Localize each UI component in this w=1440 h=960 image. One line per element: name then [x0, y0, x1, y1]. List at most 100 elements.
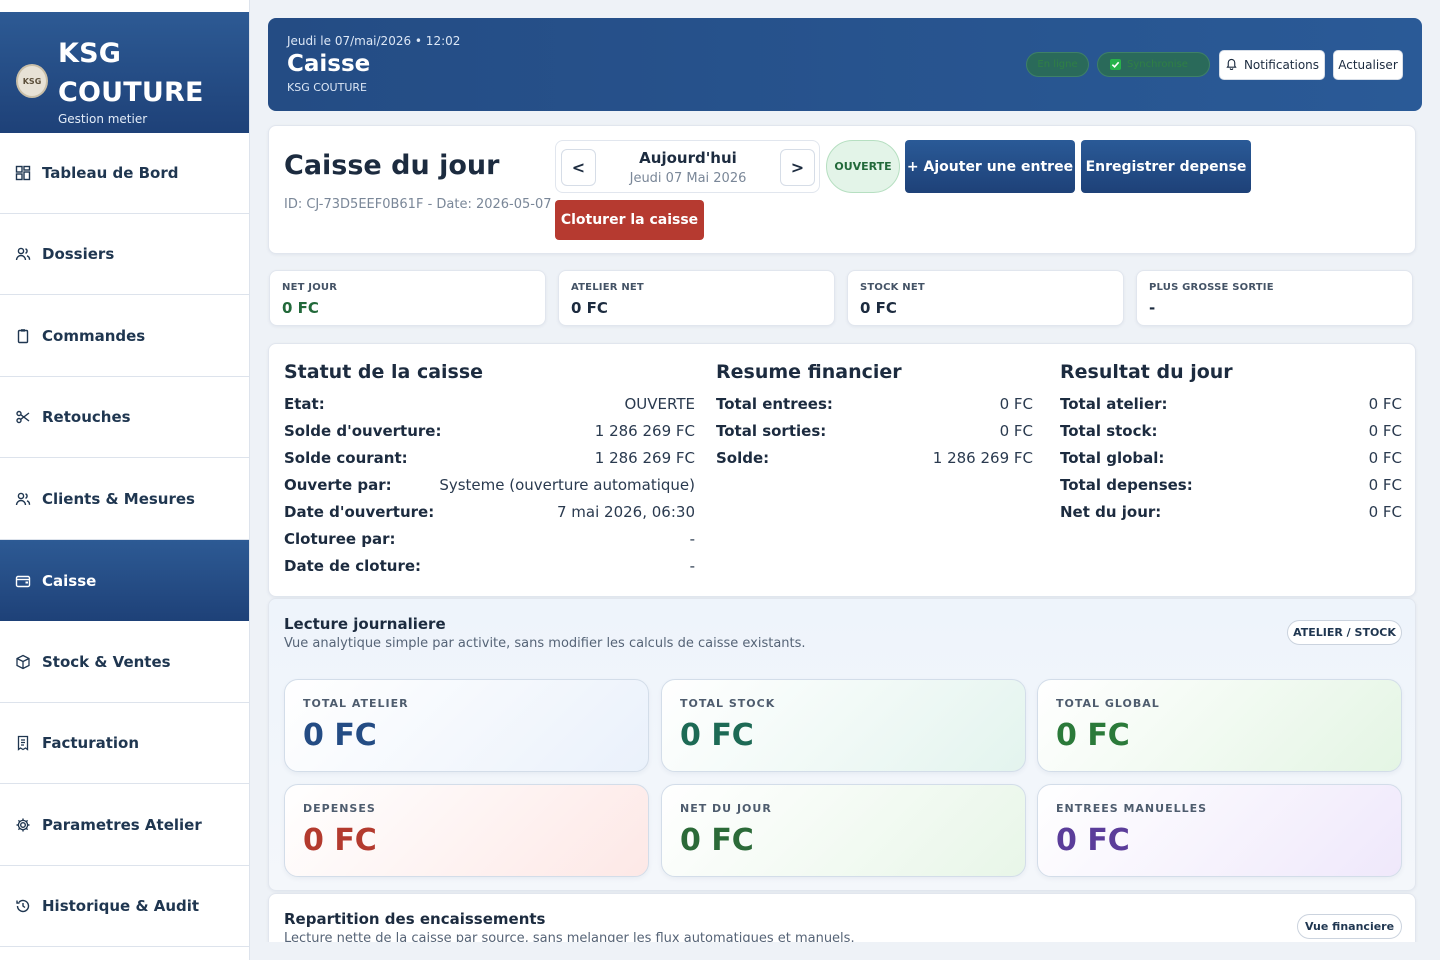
sidebar-item-commandes[interactable]: Commandes [0, 296, 249, 377]
online-status-badge: En ligne [1026, 52, 1089, 77]
resume-row: Solde: 1 286 269 FC [716, 449, 1033, 469]
caisse-id: ID: CJ-73D5EEF0B61F - Date: 2026-05-07 [284, 197, 552, 212]
tile-value: 0 FC [680, 718, 754, 753]
date-navigator: < Aujourd'hui Jeudi 07 Mai 2026 > [555, 140, 820, 193]
tile-value: 0 FC [680, 823, 754, 858]
caisse-status-badge: OUVERTE [826, 140, 900, 193]
sidebar-item-label: Historique & Audit [42, 897, 200, 915]
close-caisse-button[interactable]: Cloturer la caisse [555, 200, 704, 240]
current-date-label: Aujourd'hui [639, 149, 737, 167]
sidebar-item-caisse[interactable]: Caisse [0, 540, 249, 621]
page-header: Jeudi le 07/mai/2026 • 12:02 Caisse KSG … [268, 18, 1422, 111]
row-value: 0 FC [1368, 422, 1402, 440]
kpi-value: - [1149, 299, 1156, 317]
tile-label: TOTAL ATELIER [303, 697, 409, 710]
caisse-du-jour-card: Caisse du jour ID: CJ-73D5EEF0B61F - Dat… [268, 125, 1416, 254]
record-expense-button[interactable]: Enregistrer depense [1081, 140, 1251, 193]
row-key: Ouverte par: [284, 476, 392, 494]
refresh-label: Actualiser [1338, 58, 1398, 72]
lecture-tile: TOTAL STOCK 0 FC [661, 679, 1026, 772]
users-icon [15, 246, 31, 262]
previous-day-button[interactable]: < [561, 149, 596, 186]
sidebar-item-stock-ventes[interactable]: Stock & Ventes [0, 622, 249, 703]
row-key: Etat: [284, 395, 325, 413]
clipboard-icon [15, 328, 31, 344]
statut-row: Ouverte par: Systeme (ouverture automatiq… [284, 476, 695, 496]
sidebar-item-label: Facturation [42, 734, 140, 752]
header-date: Jeudi le 07/mai/2026 • 12:02 [287, 34, 461, 48]
tile-value: 0 FC [1056, 718, 1130, 753]
page-title: Caisse [287, 51, 371, 77]
statut-row: Date d'ouverture: 7 mai 2026, 06:30 [284, 503, 695, 523]
next-day-button[interactable]: > [780, 149, 815, 186]
row-value: - [689, 530, 695, 548]
row-value: 1 286 269 FC [932, 449, 1033, 467]
sidebar-item-label: Commandes [42, 327, 146, 345]
box-icon [15, 654, 31, 670]
sidebar-item-label: Parametres Atelier [42, 816, 202, 834]
lecture-tile: DEPENSES 0 FC [284, 784, 649, 877]
resultat-row: Total atelier: 0 FC [1060, 395, 1402, 415]
resume-row: Total entrees: 0 FC [716, 395, 1033, 415]
sidebar-item-dossiers[interactable]: Dossiers [0, 214, 249, 295]
notifications-button[interactable]: Notifications [1219, 50, 1325, 80]
users-icon [15, 491, 31, 507]
tile-label: NET DU JOUR [680, 802, 772, 815]
sidebar-item-tableau-de-bord[interactable]: Tableau de Bord [0, 133, 249, 214]
row-value: 0 FC [1368, 476, 1402, 494]
tile-value: 0 FC [1056, 823, 1130, 858]
sidebar-item-label: Stock & Ventes [42, 653, 171, 671]
row-value: Systeme (ouverture automatique) [439, 476, 695, 494]
resultat-row: Total global: 0 FC [1060, 449, 1402, 469]
sync-status-label: Synchronise [1127, 59, 1188, 70]
lecture-subtitle: Vue analytique simple par activite, sans… [284, 636, 806, 651]
wallet-icon [15, 573, 31, 589]
row-key: Solde: [716, 449, 770, 467]
sidebar: KSG KSG COUTURE Gestion metier Tableau d… [0, 0, 250, 960]
dashboard-icon [15, 165, 31, 181]
kpi-card: NET JOUR 0 FC [269, 270, 546, 326]
row-key: Solde courant: [284, 449, 408, 467]
sidebar-item-label: Tableau de Bord [42, 164, 179, 182]
sidebar-item-label: Retouches [42, 408, 131, 426]
refresh-button[interactable]: Actualiser [1333, 50, 1403, 80]
add-entry-button[interactable]: + Ajouter une entree [905, 140, 1075, 193]
row-value: OUVERTE [624, 395, 696, 413]
tile-label: ENTREES MANUELLES [1056, 802, 1208, 815]
tile-value: 0 FC [303, 718, 377, 753]
resultat-row: Net du jour: 0 FC [1060, 503, 1402, 523]
sidebar-item-facturation[interactable]: Facturation [0, 703, 249, 784]
invoice-icon [15, 735, 31, 751]
row-key: Total global: [1060, 449, 1165, 467]
row-value: 7 mai 2026, 06:30 [557, 503, 695, 521]
row-key: Total depenses: [1060, 476, 1193, 494]
current-date-full: Jeudi 07 Mai 2026 [629, 171, 747, 186]
kpi-value: 0 FC [860, 299, 897, 317]
lecture-title: Lecture journaliere [284, 615, 446, 633]
row-value: 0 FC [999, 422, 1033, 440]
statut-row: Date de cloture: - [284, 557, 695, 577]
kpi-card: STOCK NET 0 FC [847, 270, 1124, 326]
row-value: 1 286 269 FC [594, 449, 695, 467]
history-icon [15, 898, 31, 914]
page-bottom-edge [250, 942, 1440, 960]
sidebar-item-historique-audit[interactable]: Historique & Audit [0, 866, 249, 947]
sidebar-item-parametres-atelier[interactable]: Parametres Atelier [0, 785, 249, 866]
resume-title: Resume financier [716, 361, 902, 383]
caisse-title: Caisse du jour [284, 150, 500, 181]
kpi-label: STOCK NET [860, 282, 925, 293]
kpi-value: 0 FC [282, 299, 319, 317]
statut-row: Solde courant: 1 286 269 FC [284, 449, 695, 469]
resume-row: Total sorties: 0 FC [716, 422, 1033, 442]
caisse-summary-card: Statut de la caisse Resume financier Res… [268, 343, 1416, 597]
sidebar-item-clients-mesures[interactable]: Clients & Mesures [0, 459, 249, 540]
row-key: Date d'ouverture: [284, 503, 435, 521]
resultat-row: Total depenses: 0 FC [1060, 476, 1402, 496]
atelier-stock-tag[interactable]: ATELIER / STOCK [1287, 620, 1402, 645]
gear-icon [15, 817, 31, 833]
statut-title: Statut de la caisse [284, 361, 484, 383]
vue-financiere-button[interactable]: Vue financiere [1297, 914, 1402, 939]
resultat-title: Resultat du jour [1060, 361, 1233, 383]
sidebar-item-retouches[interactable]: Retouches [0, 377, 249, 458]
row-key: Total stock: [1060, 422, 1158, 440]
